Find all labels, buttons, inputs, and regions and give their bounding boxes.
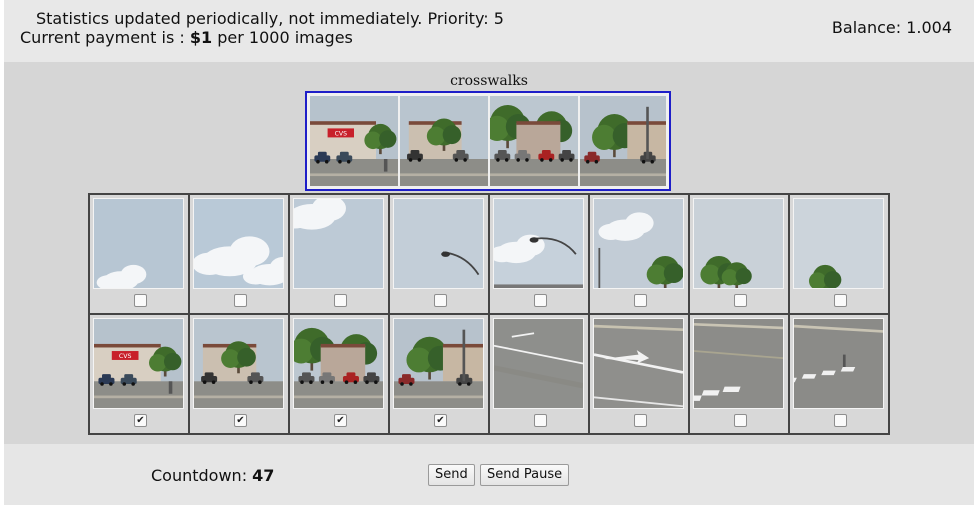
tile-checkbox[interactable]: ✔ [334,414,347,427]
tile-checkbox[interactable] [434,294,447,307]
grid-tile[interactable] [489,194,589,314]
tile-checkbox[interactable] [834,414,847,427]
balance: Balance: 1.004 [831,18,952,37]
reference-strip: CVS [310,96,666,186]
grid-tile[interactable] [789,194,889,314]
send-button[interactable]: Send [428,464,475,486]
tile-checkbox[interactable] [134,294,147,307]
payment-prefix: Current payment is : [20,28,190,47]
grid-tile[interactable] [89,194,189,314]
tile-image[interactable] [793,198,884,289]
tile-checkbox[interactable] [534,294,547,307]
grid-tile[interactable] [689,194,789,314]
grid-tile[interactable]: CVS ✔ [89,314,189,434]
tile-image[interactable] [493,318,584,409]
grid-tile[interactable] [589,314,689,434]
grid-tile[interactable] [789,314,889,434]
tile-image[interactable] [593,198,684,289]
stats-notice: Statistics updated periodically, not imm… [36,9,504,28]
reference-segment [580,96,666,186]
grid-tile[interactable] [589,194,689,314]
grid-tile[interactable] [489,314,589,434]
svg-text:CVS: CVS [119,353,132,360]
countdown: Countdown: 47 [151,466,274,485]
countdown-label: Countdown: [151,466,253,485]
reference-segment: CVS [310,96,398,186]
tile-checkbox[interactable] [634,294,647,307]
payment-amount: $1 [189,28,213,47]
tile-checkbox[interactable]: ✔ [434,414,447,427]
grid-tile[interactable]: ✔ [189,314,289,434]
tile-image[interactable]: CVS [93,318,184,409]
tile-image[interactable] [393,198,484,289]
tile-image[interactable] [793,318,884,409]
footer-bar: Countdown: 47 Send Send Pause [4,444,974,505]
tile-image[interactable] [393,318,484,409]
tile-checkbox[interactable] [234,294,247,307]
tile-checkbox[interactable] [734,294,747,307]
reference-image: CVS [305,91,671,191]
page: Statistics updated periodically, not imm… [4,0,974,505]
reference-segment [490,96,578,186]
tile-image[interactable] [493,198,584,289]
tile-checkbox[interactable] [534,414,547,427]
tile-image[interactable] [193,318,284,409]
tile-image[interactable] [693,198,784,289]
tile-checkbox[interactable] [634,414,647,427]
grid-tile[interactable] [289,194,389,314]
tile-checkbox[interactable] [834,294,847,307]
tile-image[interactable] [193,198,284,289]
reference-segment [400,96,488,186]
tile-checkbox[interactable]: ✔ [134,414,147,427]
payment-info: Current payment is : $1 per 1000 images [20,28,353,47]
tile-checkbox[interactable] [334,294,347,307]
grid-tile[interactable] [389,194,489,314]
tile-image[interactable] [93,198,184,289]
send-pause-button[interactable]: Send Pause [480,464,570,486]
tile-checkbox[interactable] [734,414,747,427]
tile-image[interactable] [593,318,684,409]
header-bar: Statistics updated periodically, not imm… [4,0,974,62]
countdown-value: 47 [252,466,275,485]
grid-tile[interactable]: ✔ [289,314,389,434]
task-area: crosswalks CVS CVS ✔ ✔ ✔ ✔ [4,62,974,444]
grid-tile[interactable] [189,194,289,314]
task-label: crosswalks [450,73,528,89]
payment-suffix: per 1000 images [212,28,353,47]
image-grid: CVS ✔ ✔ ✔ ✔ [88,193,890,435]
grid-tile[interactable] [689,314,789,434]
tile-checkbox[interactable]: ✔ [234,414,247,427]
tile-image[interactable] [693,318,784,409]
tile-image[interactable] [293,318,384,409]
grid-tile[interactable]: ✔ [389,314,489,434]
tile-image[interactable] [293,198,384,289]
svg-text:CVS: CVS [335,131,347,138]
